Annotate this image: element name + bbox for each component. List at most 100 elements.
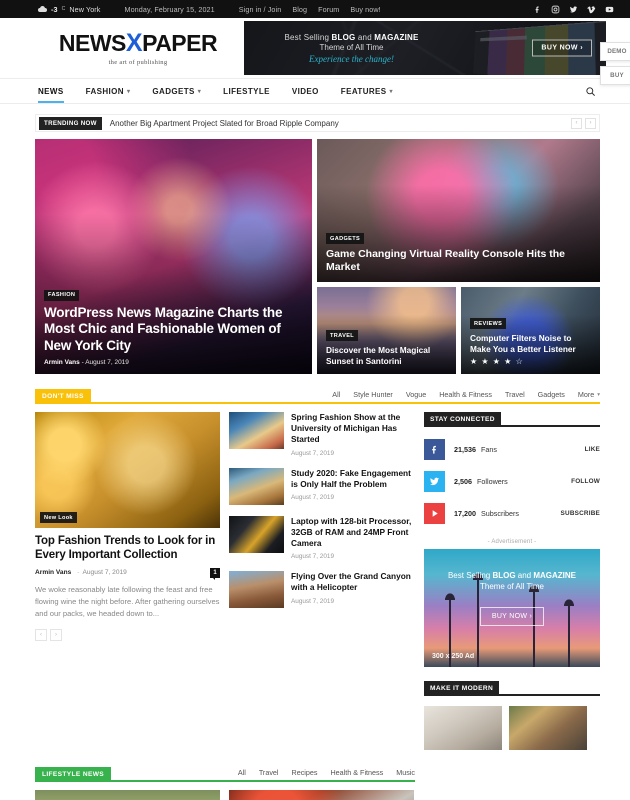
list-item-body: Flying Over the Grand Canyon with a Heli… <box>291 571 415 608</box>
temperature-value: -3 <box>51 4 58 14</box>
feature-author[interactable]: Armin Vans <box>35 569 71 576</box>
nav-label-video: VIDEO <box>291 86 319 96</box>
feature-image[interactable]: New Look <box>35 412 220 528</box>
dont-miss-list: Spring Fashion Show at the University of… <box>229 412 415 641</box>
hero-gadgets-card[interactable]: GADGETS Game Changing Virtual Reality Co… <box>317 139 600 282</box>
feature-comment-count[interactable]: 1 <box>210 567 220 580</box>
buy-button[interactable]: BUY <box>600 66 630 85</box>
tab-all[interactable]: All <box>332 390 340 399</box>
nav-item-news[interactable]: NEWS <box>38 79 76 103</box>
tab-health-fitness[interactable]: Health & Fitness <box>439 390 492 399</box>
link-sign-in[interactable]: Sign in / Join <box>239 5 282 14</box>
twitter-icon[interactable] <box>569 5 578 14</box>
feature-prev-button[interactable]: ‹ <box>35 629 47 642</box>
hero-reviews-category[interactable]: REVIEWS <box>470 318 507 330</box>
social-row-youtube[interactable]: 17,200 Subscribers SUBSCRIBE <box>424 503 600 524</box>
hero-gadgets-category[interactable]: GADGETS <box>326 233 365 245</box>
hero-main-title[interactable]: WordPress News Magazine Charts the Most … <box>44 305 303 354</box>
twitter-follow-button[interactable]: FOLLOW <box>571 478 600 485</box>
thumb-photo <box>229 467 284 505</box>
youtube-icon[interactable] <box>605 5 614 14</box>
list-item-body: Spring Fashion Show at the University of… <box>291 412 415 457</box>
lifestyle-card-2-image[interactable]: Architecture <box>229 790 414 800</box>
feature-category-badge[interactable]: New Look <box>40 512 77 523</box>
list-item-title[interactable]: Flying Over the Grand Canyon with a Heli… <box>291 571 415 593</box>
youtube-count: 17,200 <box>454 509 476 518</box>
trending-prev-button[interactable]: ‹ <box>571 117 582 129</box>
lifestyle-card-1-image[interactable]: Architecture <box>35 790 220 800</box>
hero-grid: FASHION WordPress News Magazine Charts t… <box>35 139 600 374</box>
tab-more[interactable]: More <box>578 390 594 399</box>
site-header: NEWSXPAPER the art of publishing Best Se… <box>0 18 630 78</box>
lifestyle-cards-row: Architecture Now Is the Time to Think Ab… <box>35 790 600 800</box>
site-logo[interactable]: NEWSXPAPER the art of publishing <box>38 29 238 66</box>
social-row-facebook[interactable]: 21,536 Fans LIKE <box>424 439 600 460</box>
demo-button[interactable]: DEMO <box>600 42 630 61</box>
lifestyle-tab-travel[interactable]: Travel <box>259 768 279 777</box>
banner-buy-now-button[interactable]: BUY NOW › <box>532 39 592 57</box>
nav-label-features: FEATURES <box>340 86 387 96</box>
make-it-modern-thumb-2[interactable] <box>509 706 587 750</box>
nav-item-video[interactable]: VIDEO <box>292 79 331 103</box>
thumb-photo <box>229 571 284 609</box>
link-blog[interactable]: Blog <box>292 5 307 14</box>
list-item[interactable]: Study 2020: Fake Engagement is Only Half… <box>229 467 415 505</box>
lifestyle-card-2[interactable]: Architecture Radio Air Time Marketing: A… <box>229 790 414 800</box>
card-photo <box>35 790 220 800</box>
link-buy-now[interactable]: Buy now! <box>350 5 380 14</box>
sidebar-advertisement[interactable]: Best Selling BLOG and MAGAZINE Theme of … <box>424 549 600 667</box>
facebook-icon[interactable] <box>533 5 542 14</box>
nav-item-lifestyle[interactable]: LIFESTYLE <box>223 79 282 103</box>
vimeo-icon[interactable] <box>587 5 596 14</box>
nav-item-fashion[interactable]: FASHION ▾ <box>86 79 143 103</box>
logo-word-paper: PAPER <box>142 29 218 56</box>
tab-travel[interactable]: Travel <box>505 390 525 399</box>
hero-main-category[interactable]: FASHION <box>44 289 80 301</box>
hero-travel-card[interactable]: TRAVEL Discover the Most Magical Sunset … <box>317 287 456 374</box>
trending-headline[interactable]: Another Big Apartment Project Slated for… <box>110 119 339 128</box>
hero-main-author[interactable]: Armin Vans <box>44 359 80 366</box>
youtube-subscribe-button[interactable]: SUBSCRIBE <box>561 510 600 517</box>
list-item-title[interactable]: Laptop with 128-bit Processor, 32GB of R… <box>291 516 415 550</box>
hero-gadgets-title[interactable]: Game Changing Virtual Reality Console Hi… <box>326 248 591 274</box>
chevron-down-icon: ▾ <box>389 88 393 95</box>
list-item[interactable]: Spring Fashion Show at the University of… <box>229 412 415 457</box>
banner-line-1: Best Selling BLOG and MAGAZINE <box>244 33 459 42</box>
instagram-icon[interactable] <box>551 5 560 14</box>
link-forum[interactable]: Forum <box>318 5 339 14</box>
dont-miss-feature-article[interactable]: New Look Top Fashion Trends to Look for … <box>35 412 220 642</box>
hero-reviews-card[interactable]: REVIEWS Computer Filters Noise to Make Y… <box>461 287 600 374</box>
list-item-thumbnail <box>229 467 284 505</box>
list-item[interactable]: Laptop with 128-bit Processor, 32GB of R… <box>229 515 415 560</box>
list-item-thumbnail <box>229 515 284 553</box>
lifestyle-card-1[interactable]: Architecture Now Is the Time to Think Ab… <box>35 790 220 800</box>
nav-items: NEWS FASHION ▾ GADGETS ▾ LIFESTYLE VIDEO F… <box>38 79 415 103</box>
hero-travel-title[interactable]: Discover the Most Magical Sunset in Sant… <box>326 345 447 366</box>
lifestyle-tab-recipes[interactable]: Recipes <box>292 768 318 777</box>
hero-reviews-title[interactable]: Computer Filters Noise to Make You a Bet… <box>470 333 591 354</box>
hero-travel-category[interactable]: TRAVEL <box>326 330 359 342</box>
header-banner-ad[interactable]: Best Selling BLOG and MAGAZINE Theme of … <box>244 21 606 75</box>
social-row-twitter[interactable]: 2,506 Followers FOLLOW <box>424 471 600 492</box>
feature-title[interactable]: Top Fashion Trends to Look for in Every … <box>35 534 220 563</box>
sidebar-ad-buy-button[interactable]: BUY NOW › <box>479 607 545 626</box>
facebook-like-button[interactable]: LIKE <box>585 446 600 453</box>
trending-next-button[interactable]: › <box>585 117 596 129</box>
list-item-title[interactable]: Spring Fashion Show at the University of… <box>291 412 415 446</box>
lifestyle-tab-all[interactable]: All <box>238 768 246 777</box>
feature-next-button[interactable]: › <box>50 629 62 642</box>
hero-bottom-row: TRAVEL Discover the Most Magical Sunset … <box>317 287 600 374</box>
tab-style-hunter[interactable]: Style Hunter <box>353 390 393 399</box>
trending-arrows: ‹ › <box>571 117 596 129</box>
sidebar-ad-text: Best Selling BLOG and MAGAZINE Theme of … <box>424 549 600 626</box>
list-item-title[interactable]: Study 2020: Fake Engagement is Only Half… <box>291 468 415 490</box>
list-item[interactable]: Flying Over the Grand Canyon with a Heli… <box>229 571 415 609</box>
lifestyle-tab-music[interactable]: Music <box>396 768 415 777</box>
make-it-modern-thumb-1[interactable] <box>424 706 502 750</box>
tab-vogue[interactable]: Vogue <box>406 390 426 399</box>
lifestyle-tab-health-fitness[interactable]: Health & Fitness <box>330 768 383 777</box>
nav-item-features[interactable]: FEATURES ▾ <box>341 79 405 103</box>
hero-main-card[interactable]: FASHION WordPress News Magazine Charts t… <box>35 139 312 374</box>
nav-item-gadgets[interactable]: GADGETS ▾ <box>152 79 213 103</box>
tab-gadgets[interactable]: Gadgets <box>538 390 565 399</box>
